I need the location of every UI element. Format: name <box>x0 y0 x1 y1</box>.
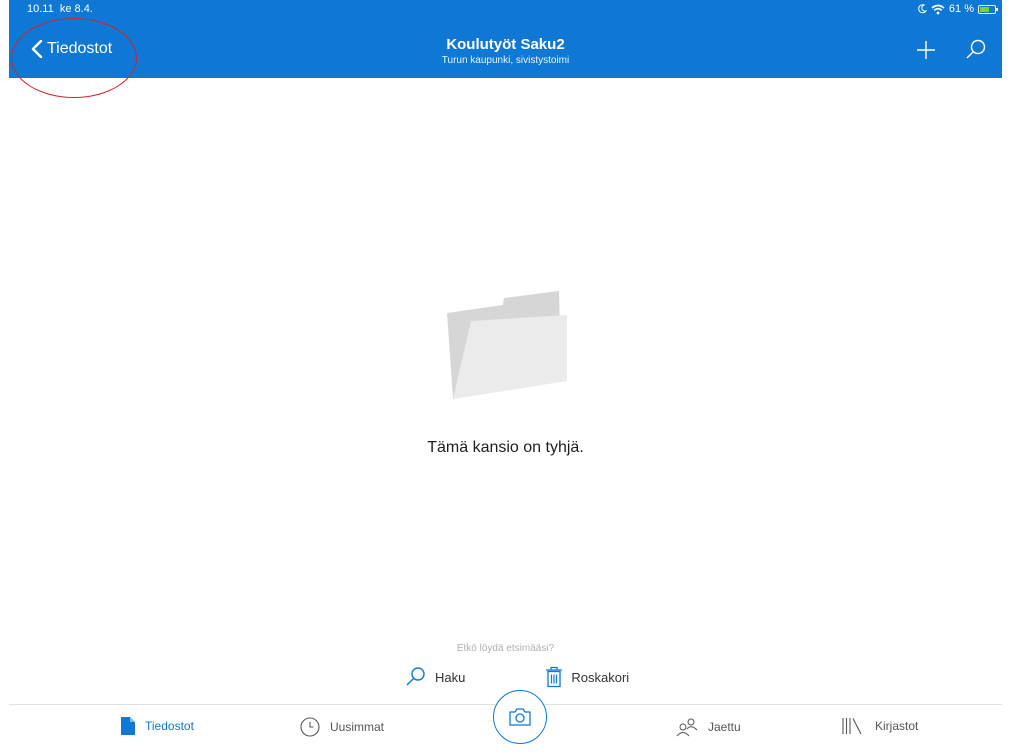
people-icon <box>676 718 698 737</box>
hint-text: Etkö löydä etsimääsi? <box>456 643 555 654</box>
page-title: Koulutyöt Saku2 <box>446 36 565 53</box>
tab-libraries-label: Kirjastot <box>875 719 919 733</box>
tab-files[interactable]: Tiedostot <box>121 717 194 735</box>
search-link-label: Haku <box>435 669 466 685</box>
battery-cap <box>996 7 998 11</box>
trash-icon <box>546 666 563 688</box>
battery-fill <box>980 6 989 12</box>
recycle-bin-link[interactable]: Roskakori <box>545 666 629 688</box>
empty-folder-message: Tämä kansio on tyhjä. <box>427 439 584 456</box>
frame-edge <box>0 0 9 751</box>
tab-libraries[interactable]: Kirjastot <box>841 717 918 735</box>
folder-icon <box>446 291 567 399</box>
clock-icon <box>300 717 320 737</box>
library-icon <box>842 718 862 735</box>
tab-files-label: Tiedostot <box>145 719 194 733</box>
camera-button[interactable] <box>493 690 547 744</box>
quick-actions: Haku Roskakori <box>405 666 629 688</box>
nav-bar: Tiedostot Koulutyöt Saku2 Turun kaupunki… <box>9 22 1002 76</box>
battery-percent: 61 % <box>948 3 974 15</box>
folder-title-block: Koulutyöt Saku2 Turun kaupunki, sivistys… <box>9 36 1002 67</box>
search-link[interactable]: Haku <box>405 666 465 688</box>
status-clock: 10.11 <box>27 3 54 15</box>
status-date: ke 8.4. <box>59 3 93 15</box>
empty-state: Tämä kansio on tyhjä. <box>9 285 1002 457</box>
tab-recent-label: Uusimmat <box>330 720 385 734</box>
tab-recent[interactable]: Uusimmat <box>300 717 384 737</box>
battery-icon <box>978 4 998 14</box>
camera-icon <box>509 708 531 726</box>
file-icon <box>121 717 135 735</box>
status-indicators: 61 % <box>917 0 998 18</box>
page-subtitle: Turun kaupunki, sivistystoimi <box>441 55 570 66</box>
nav-actions <box>914 38 988 62</box>
search-icon[interactable] <box>964 38 988 62</box>
plus-icon[interactable] <box>914 38 938 62</box>
search-icon <box>406 667 425 686</box>
tab-shared[interactable]: Jaettu <box>676 717 741 737</box>
status-bar: 10.11 ke 8.4. 61 % <box>9 0 1002 18</box>
app-header: 10.11 ke 8.4. 61 % Tiedostot Koulutyöt S… <box>9 0 1002 78</box>
wifi-icon <box>931 4 945 14</box>
tab-shared-label: Jaettu <box>708 720 741 734</box>
recycle-bin-label: Roskakori <box>571 669 630 685</box>
status-time: 10.11 ke 8.4. <box>27 0 93 18</box>
moon-icon <box>918 4 927 14</box>
tab-bar: Tiedostot Uusimmat Jaettu Kirjastot <box>9 690 1002 752</box>
